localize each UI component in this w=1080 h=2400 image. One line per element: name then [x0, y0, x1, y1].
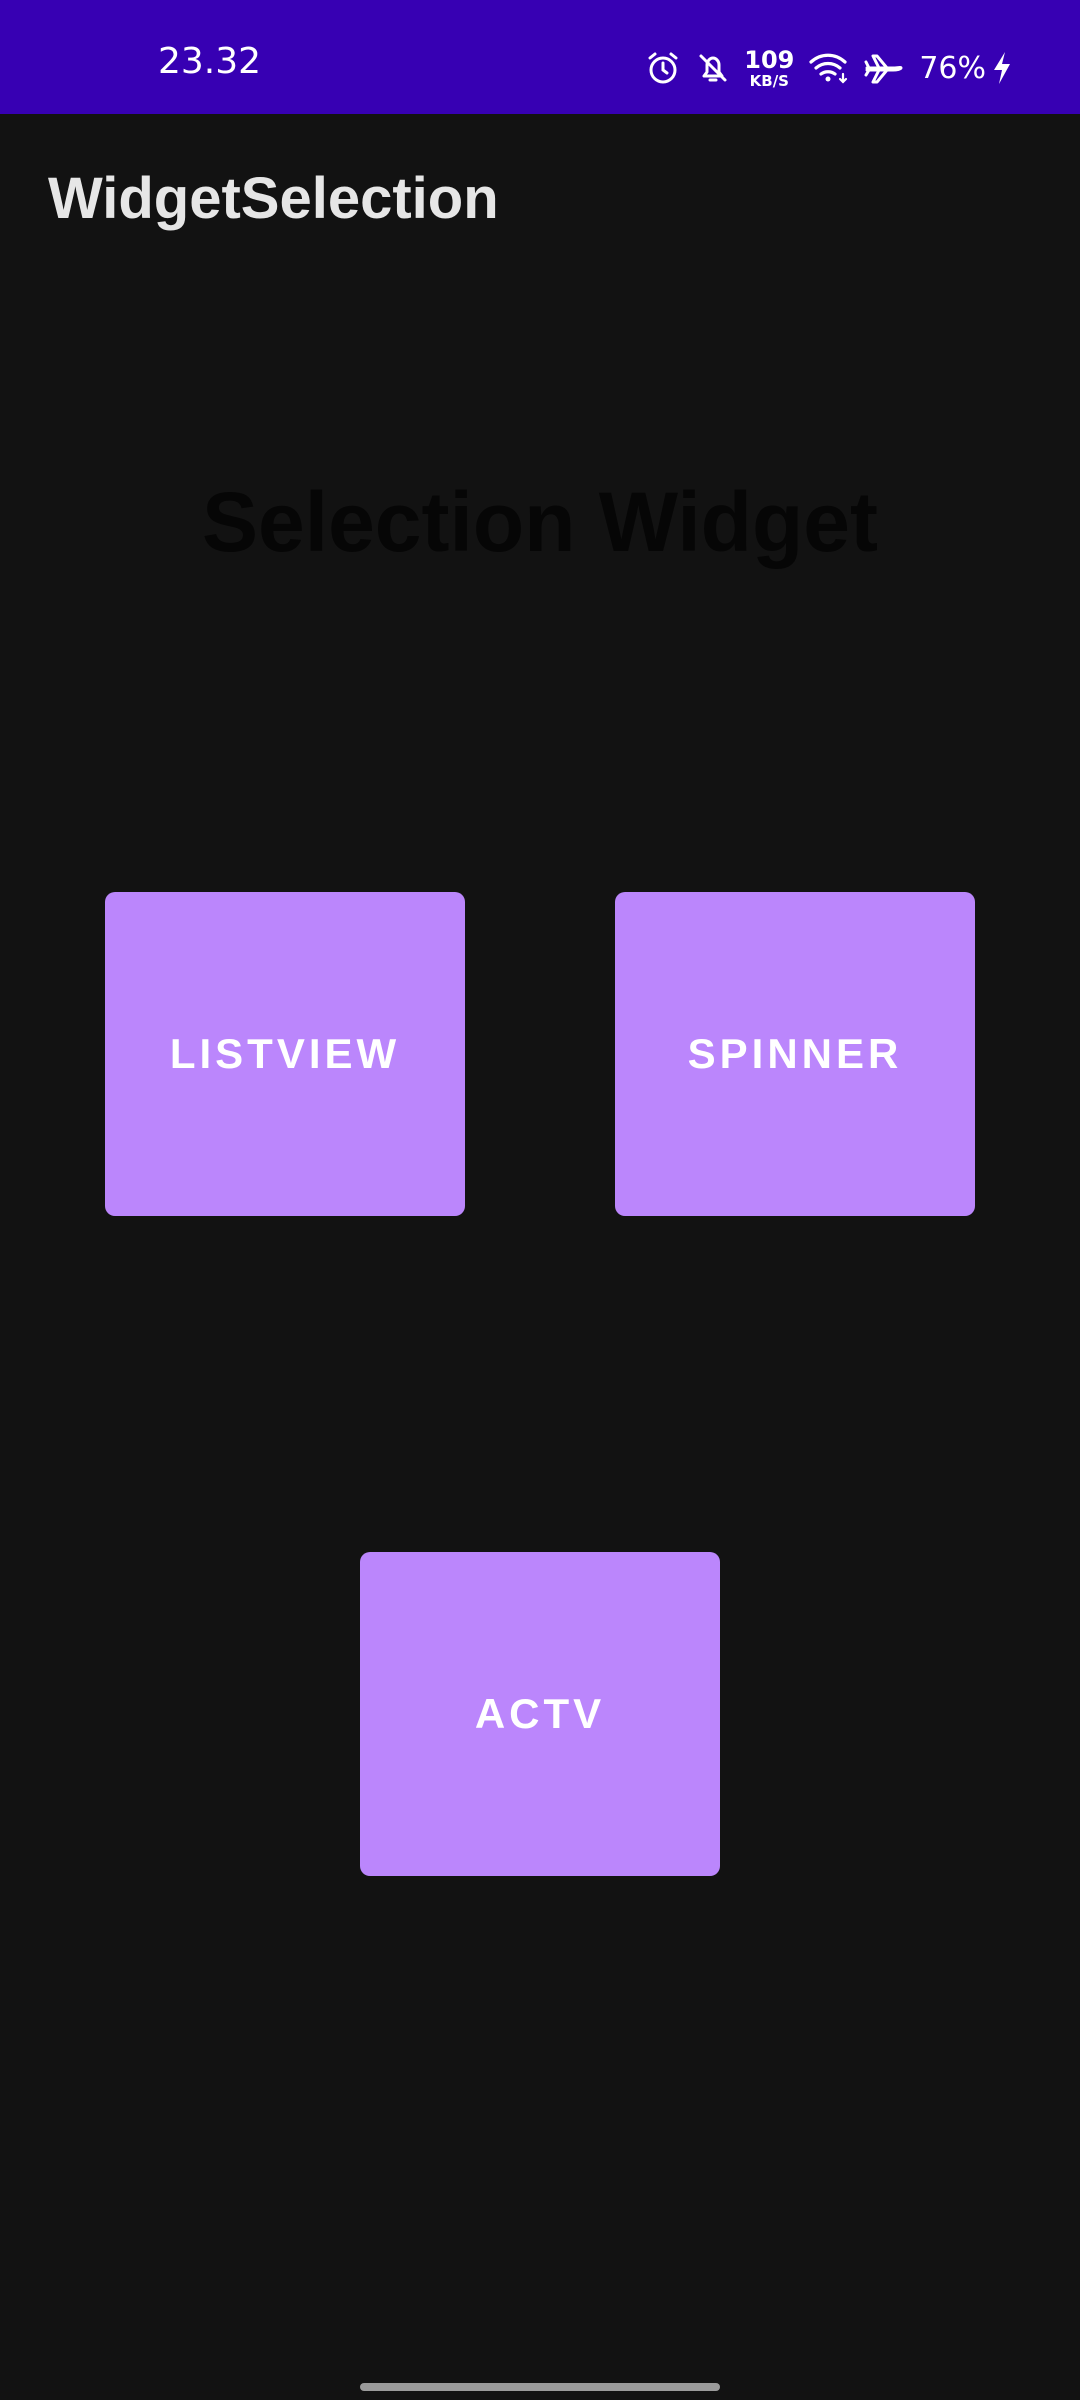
battery-percent: 76%	[919, 50, 986, 86]
status-bar: 23.32 109 KB/S 76%	[0, 0, 1080, 114]
app-title: WidgetSelection	[48, 166, 499, 231]
page-heading: Selection Widget	[202, 475, 878, 569]
alarm-icon	[645, 50, 681, 86]
screen: 23.32 109 KB/S 76% WidgetSelection Selec…	[0, 0, 1080, 2400]
status-time: 23.32	[158, 41, 262, 82]
airplane-icon	[863, 50, 905, 86]
listview-button[interactable]: LISTVIEW	[105, 892, 465, 1216]
gesture-navigation-bar[interactable]	[360, 2383, 720, 2391]
spinner-button[interactable]: SPINNER	[615, 892, 975, 1216]
bell-off-icon	[695, 50, 731, 86]
network-speed: 109 KB/S	[744, 45, 795, 90]
network-speed-unit: KB/S	[749, 71, 789, 90]
wifi-icon	[807, 50, 849, 86]
status-icons: 109 KB/S 76%	[645, 44, 1014, 92]
actv-button[interactable]: ACTV	[360, 1552, 720, 1876]
network-speed-value: 109	[744, 45, 795, 74]
charging-bolt-icon	[990, 50, 1014, 86]
